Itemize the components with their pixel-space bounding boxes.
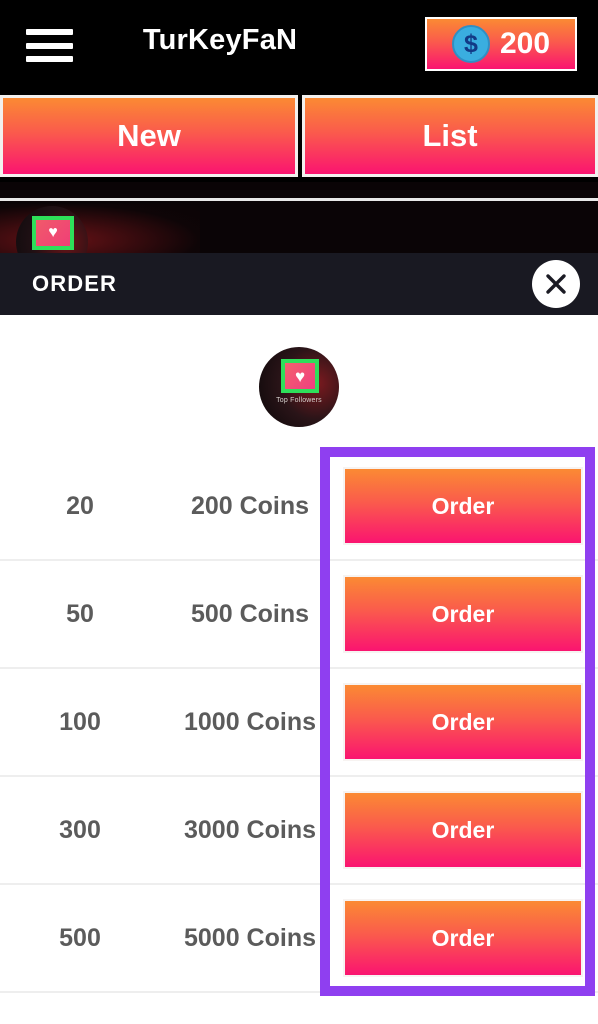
row-quantity: 100 [59, 707, 101, 736]
tab-bar: New List [0, 90, 598, 182]
table-row: 20 200 Coins Order [0, 453, 598, 561]
row-action: Order [343, 683, 583, 761]
logo-container: ♥ Top Followers [0, 347, 598, 427]
logo-tile: ♥ [281, 359, 319, 393]
background-content-strip: ♥ [0, 182, 598, 258]
row-quantity: 20 [66, 491, 94, 520]
app-title: TurKeyFaN [142, 24, 298, 56]
coin-balance-badge[interactable]: $ 200 [425, 17, 577, 71]
order-button[interactable]: Order [343, 899, 583, 977]
row-quantity: 300 [59, 815, 101, 844]
table-row: 500 5000 Coins Order [0, 885, 598, 993]
row-coins: 1000 Coins [183, 707, 316, 736]
row-action: Order [343, 899, 583, 977]
logo-caption: Top Followers [276, 397, 322, 404]
close-x-icon[interactable] [532, 260, 580, 308]
app-root: TurKeyFaN $ 200 New List ♥ ORDER ♥ Top F… [0, 0, 598, 1024]
row-coins: 3000 Coins [183, 815, 316, 844]
price-table: 20 200 Coins Order 50 500 Coins Order 10… [0, 453, 598, 993]
order-button[interactable]: Order [343, 791, 583, 869]
dollar-coin-icon: $ [451, 25, 490, 63]
row-coins: 5000 Coins [183, 923, 316, 952]
row-coins: 500 Coins [190, 599, 310, 628]
table-row: 300 3000 Coins Order [0, 777, 598, 885]
row-coins: 200 Coins [190, 491, 310, 520]
table-row: 50 500 Coins Order [0, 561, 598, 669]
modal-title: ORDER [32, 271, 117, 296]
heart-icon: ♥ [294, 366, 306, 386]
row-action: Order [343, 575, 583, 653]
row-action: Order [343, 467, 583, 545]
app-bar: TurKeyFaN $ 200 [0, 0, 598, 90]
order-button[interactable]: Order [343, 575, 583, 653]
background-avatar-inner: ♥ [36, 220, 70, 246]
top-followers-logo: ♥ Top Followers [259, 347, 339, 427]
table-row: 100 1000 Coins Order [0, 669, 598, 777]
coin-balance-amount: 200 [499, 27, 551, 60]
row-quantity: 50 [66, 599, 94, 628]
row-quantity: 500 [59, 923, 101, 952]
tab-new[interactable]: New [0, 95, 298, 177]
tab-list[interactable]: List [302, 95, 598, 177]
divider-line [0, 198, 598, 201]
order-modal-body: ♥ Top Followers 20 200 Coins Order 50 50… [0, 315, 598, 1024]
logo-tile-inner: ♥ [285, 363, 315, 389]
order-button[interactable]: Order [343, 467, 583, 545]
background-avatar-tile: ♥ [32, 216, 74, 250]
order-button[interactable]: Order [343, 683, 583, 761]
order-modal-header: ORDER [0, 253, 598, 315]
row-action: Order [343, 791, 583, 869]
heart-icon: ♥ [48, 224, 58, 241]
